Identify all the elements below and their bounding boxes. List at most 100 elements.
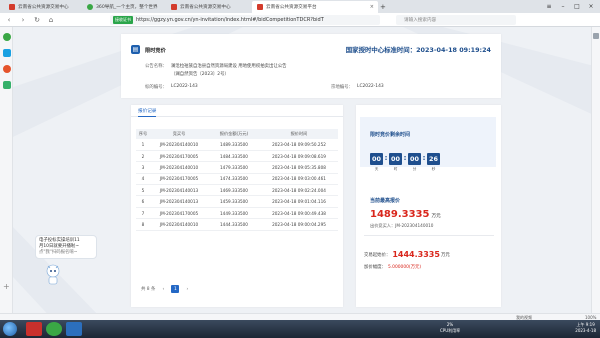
page-1-button[interactable]: 1 [171, 285, 180, 293]
cell-bidder-no: JM-202304140010 [150, 139, 208, 151]
forward-icon[interactable]: › [18, 15, 28, 25]
360-favicon-icon [87, 4, 93, 10]
cell-bidder-no: JM-202304140013 [150, 184, 208, 197]
taskbar-explorer-icon[interactable] [66, 322, 82, 336]
col-amount: 报价金额(万元) [208, 129, 260, 139]
clock-date: 2023-4-18 [575, 328, 596, 333]
tab-2[interactable]: 360导航_一个主页，整个世界 [82, 1, 166, 13]
menu-icon[interactable]: ≡ [542, 0, 556, 12]
total-count: 共 8 条 [141, 287, 156, 292]
weibo-icon[interactable] [3, 65, 11, 73]
bookmark-icon[interactable] [3, 49, 11, 57]
chatbot-widget[interactable]: 电子投标实操培训11 月10日就要开播啦~ 点"我"扫码报名唷~ [35, 235, 97, 285]
col-bidder-no: 竞买号 [150, 129, 208, 139]
divider [364, 235, 494, 236]
home-icon[interactable]: ⌂ [46, 15, 56, 25]
close-tab-icon[interactable]: × [370, 4, 374, 10]
bubble-hint: 点"我"扫码报名唷~ [39, 250, 78, 255]
status-bar: 我的视频 100% [0, 313, 600, 320]
cell-bidder-no: JM-202304140013 [150, 195, 208, 208]
secure-badge[interactable]: 接收证书 [113, 16, 133, 24]
cell-bidder-no: JM-202304140010 [150, 161, 208, 174]
cell-amount: 1484.333500 [208, 150, 260, 163]
url-field[interactable]: 接收证书 https://ggzy.yn.gov.cn/yn-invitatio… [110, 15, 380, 25]
start-price: 交易起始价： 1444.3335 万元 [364, 250, 450, 259]
announcement-label: 公告名称： [145, 64, 167, 69]
tab-1[interactable]: 云南省公共资源交易中心 [4, 1, 82, 13]
cell-time: 2023-04-18 09:03:00.461 [260, 173, 338, 186]
new-tab-button[interactable]: + [380, 1, 390, 13]
mail-icon[interactable] [3, 81, 11, 89]
taskbar-app-icon[interactable] [26, 322, 42, 336]
cpu-meter: 2% CPU利用率 [440, 322, 460, 334]
cell-time: 2023-04-18 09:00:04.295 [260, 218, 338, 231]
start-button[interactable] [3, 322, 17, 336]
hours-unit: 时 [393, 167, 398, 171]
system-clock[interactable]: 上午 9:19 2023-4-18 [575, 322, 596, 334]
countdown-minutes: 00 分 [408, 153, 421, 172]
cell-amount: 1474.333500 [208, 173, 260, 186]
table-row: 6 JM-202304140013 1459.333500 2023-04-18 09… [136, 195, 338, 208]
search-input[interactable]: 请输入搜索内容 [396, 15, 516, 25]
start-price-label: 交易起始价： [364, 252, 391, 258]
cell-amount: 1444.333500 [208, 218, 260, 231]
tab-bid-records[interactable]: 报价记录 [138, 108, 157, 117]
360-icon[interactable] [3, 33, 11, 41]
taskbar-360-browser-icon[interactable] [46, 322, 62, 336]
table-header-row: 序号 竞买号 报价金额(万元) 报价时间 [136, 129, 338, 139]
browser-tab-bar: 云南省公共资源交易中心 360导航_一个主页，整个世界 云南省公共资源交易中心 … [0, 0, 600, 13]
countdown-seconds: 26 秒 [427, 153, 440, 172]
days-unit: 天 [374, 167, 379, 171]
cell-index: 3 [136, 161, 150, 174]
announcement-line1: 澜沧拉祜族自治县自然资源局建设 用地使用权拍卖出让公告 [171, 64, 287, 69]
standard-time: 国家授时中心标准时间：2023-04-18 09:19:24 [346, 45, 491, 54]
url-text: https://ggzy.yn.gov.cn/yn-invitation/ind… [136, 17, 324, 23]
close-window-icon[interactable]: × [584, 0, 598, 12]
cell-index: 5 [136, 184, 150, 197]
seconds-value: 26 [427, 153, 440, 165]
minimize-icon[interactable]: – [556, 0, 570, 12]
cell-index: 8 [136, 218, 150, 231]
cell-time: 2023-04-18 09:05:35.808 [260, 161, 338, 174]
cell-amount: 1469.333500 [208, 184, 260, 197]
bid-records-table: 序号 竞买号 报价金额(万元) 报价时间 1 JM-202304140010 148… [136, 129, 338, 231]
auction-icon: ▤ [131, 45, 140, 54]
site-favicon-icon [171, 4, 177, 10]
countdown-hours: 00 时 [389, 153, 402, 172]
tab-4-active[interactable]: 云南省公共资源交易平台 × [252, 1, 378, 13]
pagination: 共 8 条 ‹ 1 › [141, 285, 191, 293]
cpu-label: CPU利用率 [440, 328, 461, 333]
tab-label: 云南省公共资源交易中心 [18, 5, 69, 10]
prev-page-button[interactable]: ‹ [159, 285, 167, 293]
refresh-icon[interactable]: ↻ [32, 15, 42, 25]
mascot-icon[interactable] [45, 263, 61, 285]
cell-bidder-no: JM-202304140010 [150, 218, 208, 231]
countdown-timer: 00 天 : 00 时 : 00 分 : 26 秒 [370, 153, 440, 172]
tab-3[interactable]: 云南省公共资源交易中心 [166, 1, 252, 13]
site-favicon-icon [257, 4, 263, 10]
highest-bidder: 出价竞买人：JM-202304140010 [370, 223, 433, 229]
start-price-value: 1444.3335 [392, 250, 440, 259]
tab-label: 360导航_一个主页，整个世界 [96, 5, 158, 10]
increment-label: 加价幅度： [364, 265, 386, 270]
sidebar-toggle-icon[interactable] [593, 33, 599, 39]
add-app-icon[interactable]: + [3, 283, 11, 291]
page-content: ▤ 限时竞价 国家授时中心标准时间：2023-04-18 09:19:24 公告… [13, 27, 598, 320]
address-bar: ‹ › ↻ ⌂ 接收证书 https://ggzy.yn.gov.cn/yn-i… [0, 13, 600, 27]
parcel-label: 宗地编号： [331, 85, 353, 90]
cell-index: 6 [136, 195, 150, 208]
search-placeholder: 请输入搜索内容 [404, 18, 437, 23]
sidebar-apps: + [0, 27, 13, 320]
minutes-value: 00 [408, 153, 421, 165]
cell-index: 4 [136, 173, 150, 186]
highest-bid-value: 1489.3335 [370, 209, 430, 220]
cell-time: 2023-04-18 09:00:49.438 [260, 207, 338, 220]
highest-bid: 1489.3335 万元 [370, 209, 441, 220]
table-row: 5 JM-202304140013 1469.333500 2023-04-18 09… [136, 184, 338, 197]
chatbot-bubble[interactable]: 电子投标实操培训11 月10日就要开播啦~ 点"我"扫码报名唷~ [35, 235, 97, 259]
col-time: 报价时间 [260, 129, 338, 139]
back-icon[interactable]: ‹ [4, 15, 14, 25]
time-value: 2023-04-18 09:19:24 [416, 46, 491, 54]
next-page-button[interactable]: › [183, 285, 191, 293]
maximize-icon[interactable]: □ [570, 0, 584, 12]
